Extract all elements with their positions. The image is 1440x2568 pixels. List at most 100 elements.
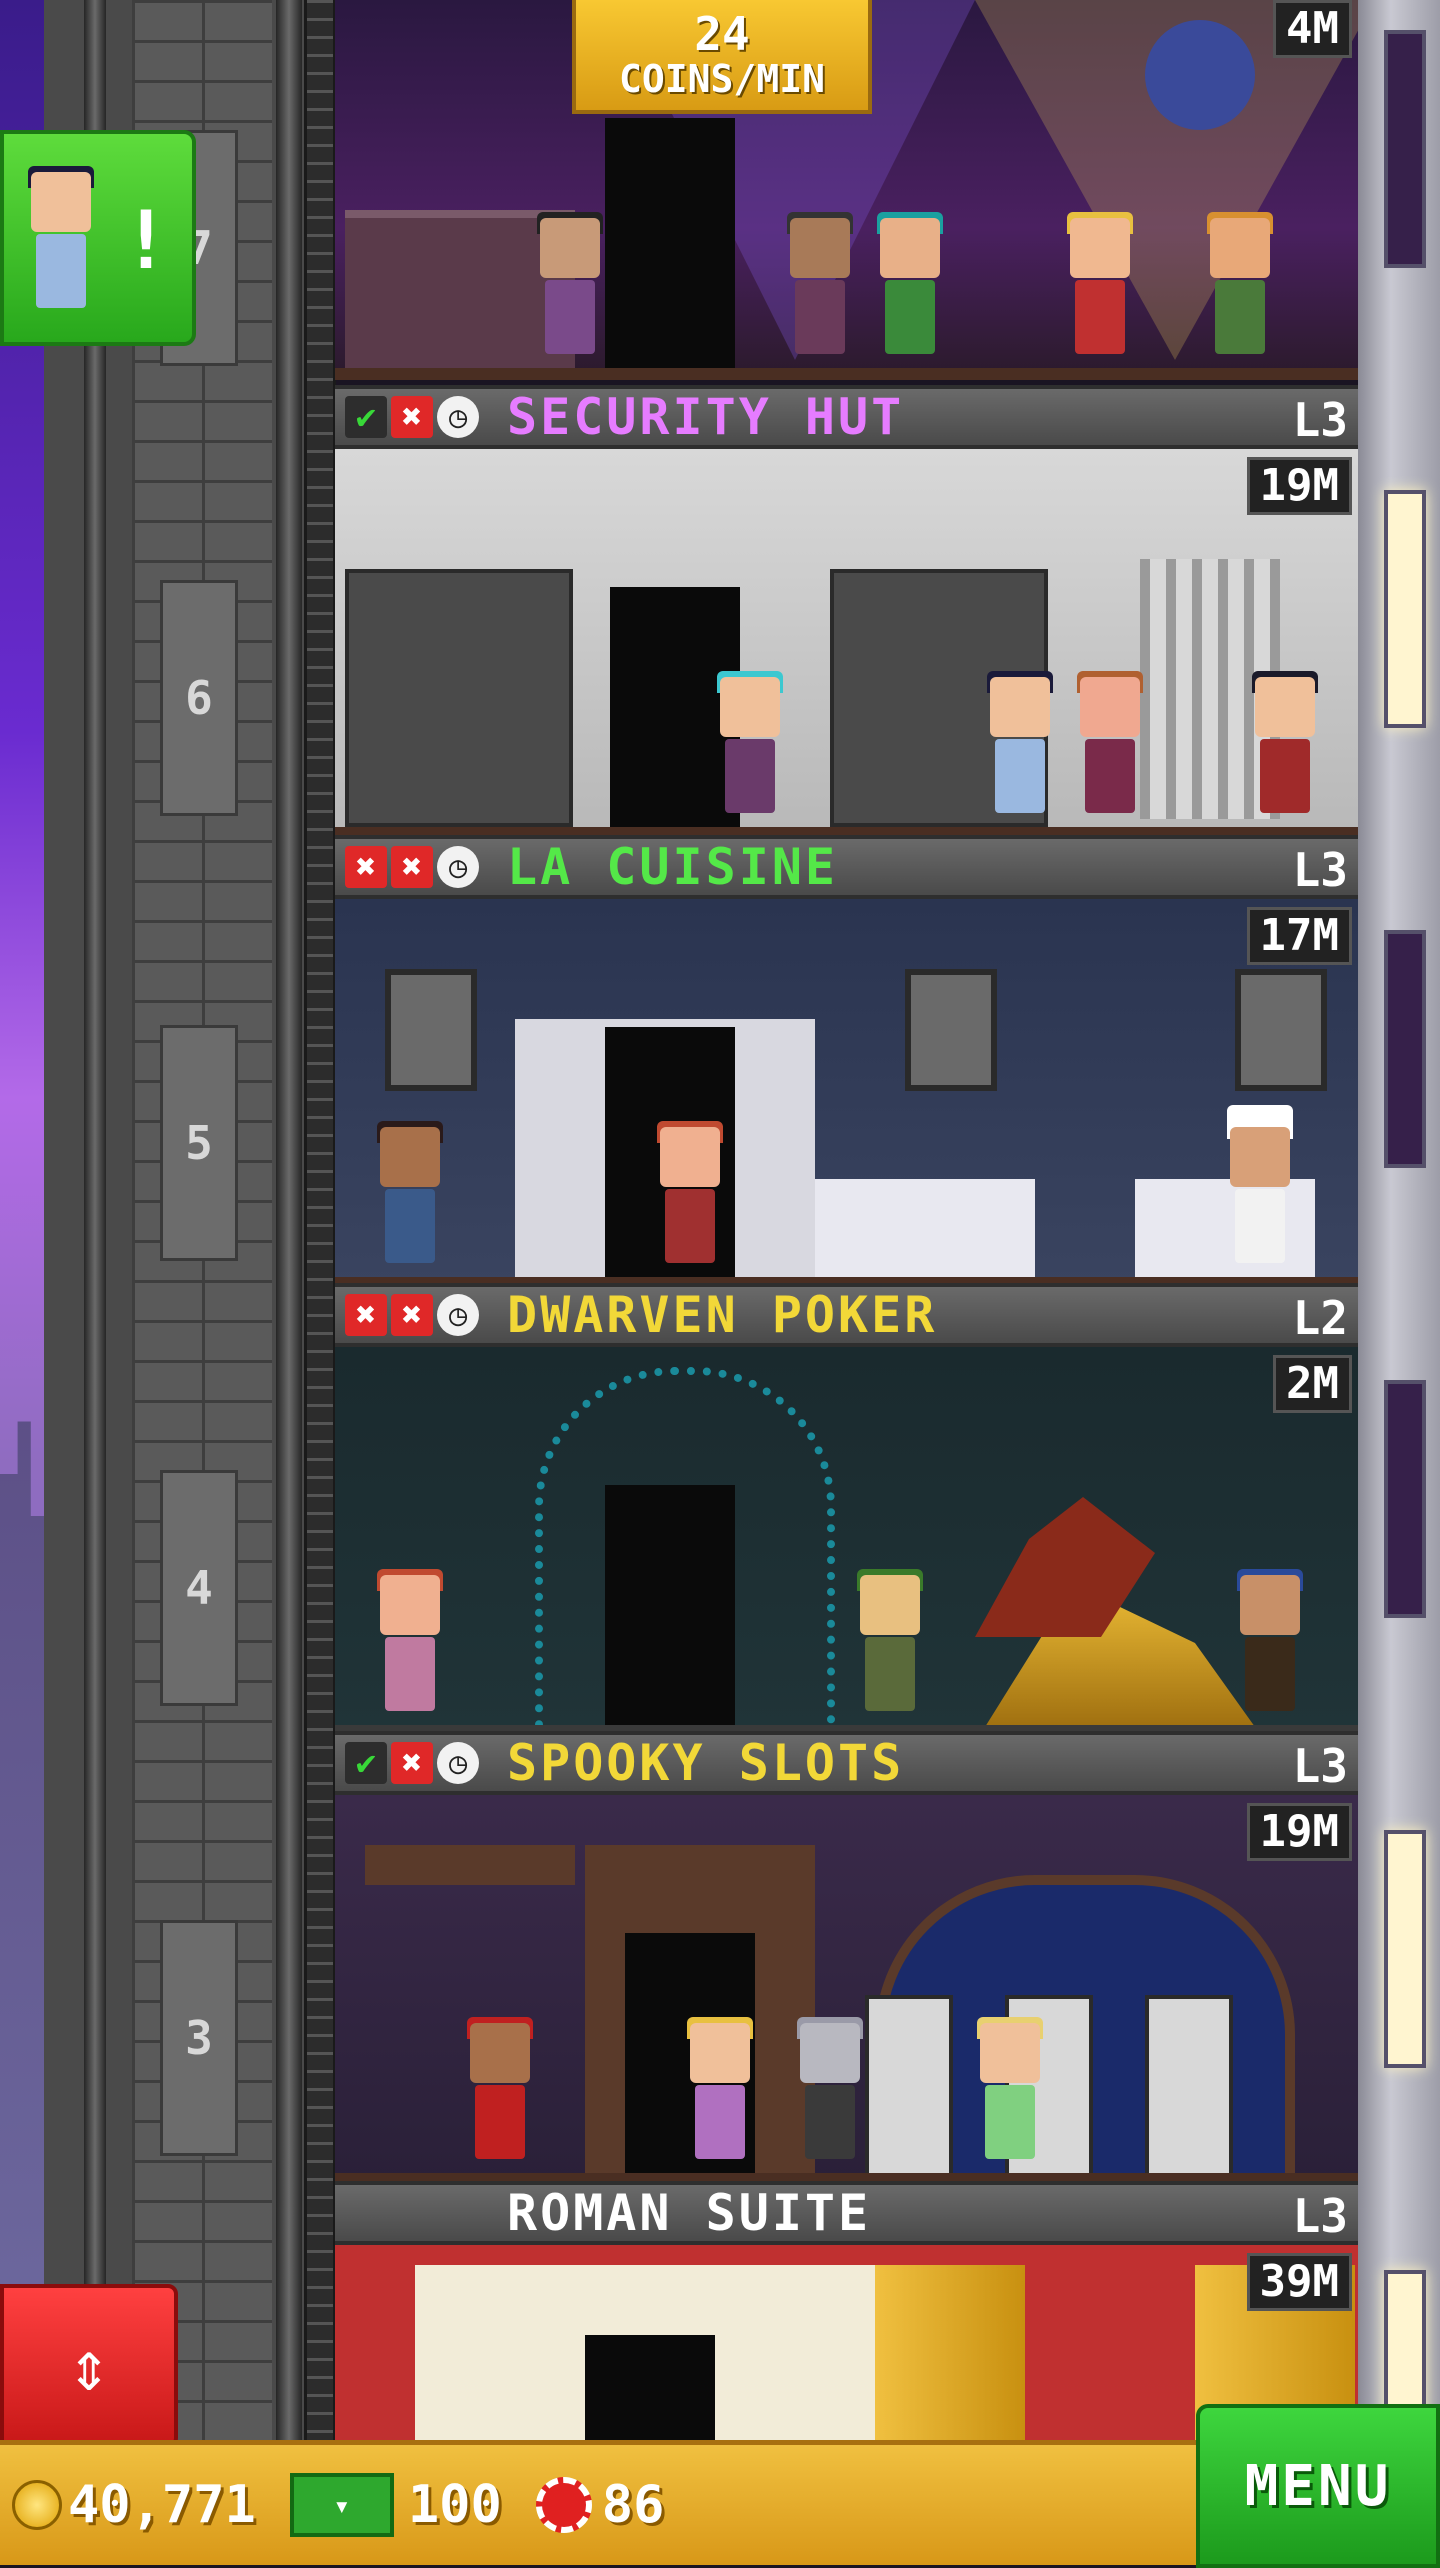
floor-base bbox=[335, 827, 1358, 835]
x-icon: ✖ bbox=[391, 1742, 433, 1784]
slot-machine bbox=[1145, 1995, 1233, 2183]
security-guard bbox=[985, 671, 1055, 827]
stock-counter: 19M bbox=[1246, 457, 1352, 515]
wall-painting bbox=[905, 969, 997, 1091]
room-door bbox=[585, 2335, 715, 2440]
elevator-rail bbox=[84, 0, 106, 2440]
room-interior: 17M bbox=[335, 899, 1358, 1285]
tenant bbox=[375, 1569, 445, 1725]
up-down-arrows-icon: ⇕ bbox=[67, 2325, 111, 2407]
floor-level: L2 bbox=[1292, 1291, 1348, 1345]
tenant bbox=[875, 212, 945, 368]
sky-background bbox=[0, 0, 44, 2440]
floor-number-5: 5 bbox=[160, 1025, 238, 1261]
zombie bbox=[795, 2017, 865, 2173]
city-skyline bbox=[0, 1421, 44, 2440]
dining-table bbox=[815, 1179, 1035, 1279]
status-icons: ✔ ✖ ◷ bbox=[345, 396, 495, 438]
tenant bbox=[715, 671, 785, 827]
stock-counter: 2M bbox=[1273, 1355, 1352, 1413]
coin-rate-badge[interactable]: 24 COINS/MIN bbox=[572, 0, 872, 114]
tower-window bbox=[1384, 1380, 1426, 1618]
dwarf bbox=[855, 1569, 925, 1725]
check-icon: ✔ bbox=[345, 1742, 387, 1784]
x-icon: ✖ bbox=[345, 1294, 387, 1336]
floor-header: ✔ ✖ ◷ SECURITY HUT L3 bbox=[335, 385, 1358, 449]
floor-number-6: 6 bbox=[160, 580, 238, 816]
coin-rate-value: 24 bbox=[694, 7, 750, 61]
clock-icon: ◷ bbox=[437, 846, 479, 888]
tenant bbox=[685, 2017, 755, 2173]
floor-level: L3 bbox=[1292, 2189, 1348, 2243]
bux-value: 100 bbox=[407, 2475, 502, 2535]
tower-right-wall bbox=[1358, 0, 1440, 2440]
wall-painting bbox=[1235, 969, 1327, 1091]
coins-display[interactable]: 40,771 bbox=[12, 2475, 256, 2535]
status-icons: ✖ ✖ ◷ bbox=[345, 846, 495, 888]
menu-button[interactable]: MENU bbox=[1196, 2404, 1440, 2568]
floor-number-4: 4 bbox=[160, 1470, 238, 1706]
chips-display[interactable]: 86 bbox=[535, 2475, 664, 2535]
floor-security-hut[interactable]: ✔ ✖ ◷ SECURITY HUT L3 19M bbox=[335, 385, 1358, 835]
floor-dwarven-poker[interactable]: ✖ ✖ ◷ DWARVEN POKER L2 2M bbox=[335, 1283, 1358, 1733]
floor-header: ✔ ✖ ◷ SPOOKY SLOTS L3 bbox=[335, 1731, 1358, 1795]
elevator-toggle-button[interactable]: ⇕ bbox=[0, 2284, 178, 2448]
tower-window bbox=[1384, 30, 1426, 268]
x-icon: ✖ bbox=[345, 846, 387, 888]
tenant bbox=[1205, 212, 1275, 368]
status-icons: ✔ ✖ ◷ bbox=[345, 1742, 495, 1784]
floor-roman-suite[interactable]: ♟ ♟ ♟ ROMAN SUITE L3 39M bbox=[335, 2181, 1358, 2440]
stock-counter: 17M bbox=[1246, 907, 1352, 965]
gold-curtain bbox=[875, 2265, 1025, 2440]
floor-name: SECURITY HUT bbox=[507, 388, 905, 446]
elevator-rail bbox=[276, 0, 302, 2440]
stock-counter: 4M bbox=[1273, 0, 1352, 58]
floor-level: L3 bbox=[1292, 1739, 1348, 1793]
tower-bux-icon: ▾ bbox=[289, 2473, 394, 2537]
floor-name: SPOOKY SLOTS bbox=[507, 1734, 905, 1792]
elevator-ladder bbox=[304, 0, 336, 2440]
room-interior: 2M bbox=[335, 1347, 1358, 1733]
tenant bbox=[655, 1121, 725, 1277]
coin-rate-unit: COINS/MIN bbox=[619, 57, 825, 101]
floor-name: ROMAN SUITE bbox=[507, 2184, 872, 2242]
coins-value: 40,771 bbox=[68, 2475, 256, 2535]
x-icon: ✖ bbox=[391, 1294, 433, 1336]
chef bbox=[1225, 1105, 1295, 1277]
status-icons: ✖ ✖ ◷ bbox=[345, 1294, 495, 1336]
x-icon: ✖ bbox=[391, 846, 433, 888]
tenant bbox=[375, 1121, 445, 1277]
stock-counter: 19M bbox=[1246, 1803, 1352, 1861]
floor-number-3: 3 bbox=[160, 1920, 238, 2156]
room-door bbox=[605, 118, 735, 368]
tenant bbox=[1075, 671, 1145, 827]
x-icon: ✖ bbox=[391, 396, 433, 438]
tenant bbox=[975, 2017, 1045, 2173]
room-door bbox=[605, 1485, 735, 1725]
tenant bbox=[1250, 671, 1320, 827]
bellhop bbox=[465, 2017, 535, 2173]
disco-ball bbox=[1145, 20, 1255, 130]
tower-window bbox=[1384, 930, 1426, 1168]
floor-name: LA CUISINE bbox=[507, 838, 839, 896]
floor-header: ♟ ♟ ♟ ROMAN SUITE L3 bbox=[335, 2181, 1358, 2245]
slot-machine bbox=[865, 1995, 953, 2183]
floor-header: ✖ ✖ ◷ LA CUISINE L3 bbox=[335, 835, 1358, 899]
chandelier bbox=[365, 1845, 575, 1885]
casino-chip-icon bbox=[535, 2477, 592, 2533]
floor-spooky-slots[interactable]: ✔ ✖ ◷ SPOOKY SLOTS L3 19M bbox=[335, 1731, 1358, 2183]
tower-window bbox=[1384, 1830, 1426, 2068]
room-interior: 19M bbox=[335, 1795, 1358, 2183]
floor-header: ✖ ✖ ◷ DWARVEN POKER L2 bbox=[335, 1283, 1358, 1347]
person-icon: ♟ bbox=[345, 2181, 381, 2229]
room-interior: 19M bbox=[335, 449, 1358, 835]
tenant bbox=[535, 212, 605, 368]
floor-base bbox=[335, 368, 1358, 380]
security-guard-avatar-icon bbox=[26, 166, 96, 322]
stock-counter: 39M bbox=[1246, 2253, 1352, 2311]
bux-display[interactable]: ▾ 100 bbox=[289, 2473, 502, 2537]
floor-la-cuisine[interactable]: ✖ ✖ ◷ LA CUISINE L3 17M bbox=[335, 835, 1358, 1285]
security-alert-notification[interactable]: ! bbox=[0, 130, 196, 346]
security-monitors bbox=[345, 569, 573, 827]
tower-window bbox=[1384, 490, 1426, 728]
